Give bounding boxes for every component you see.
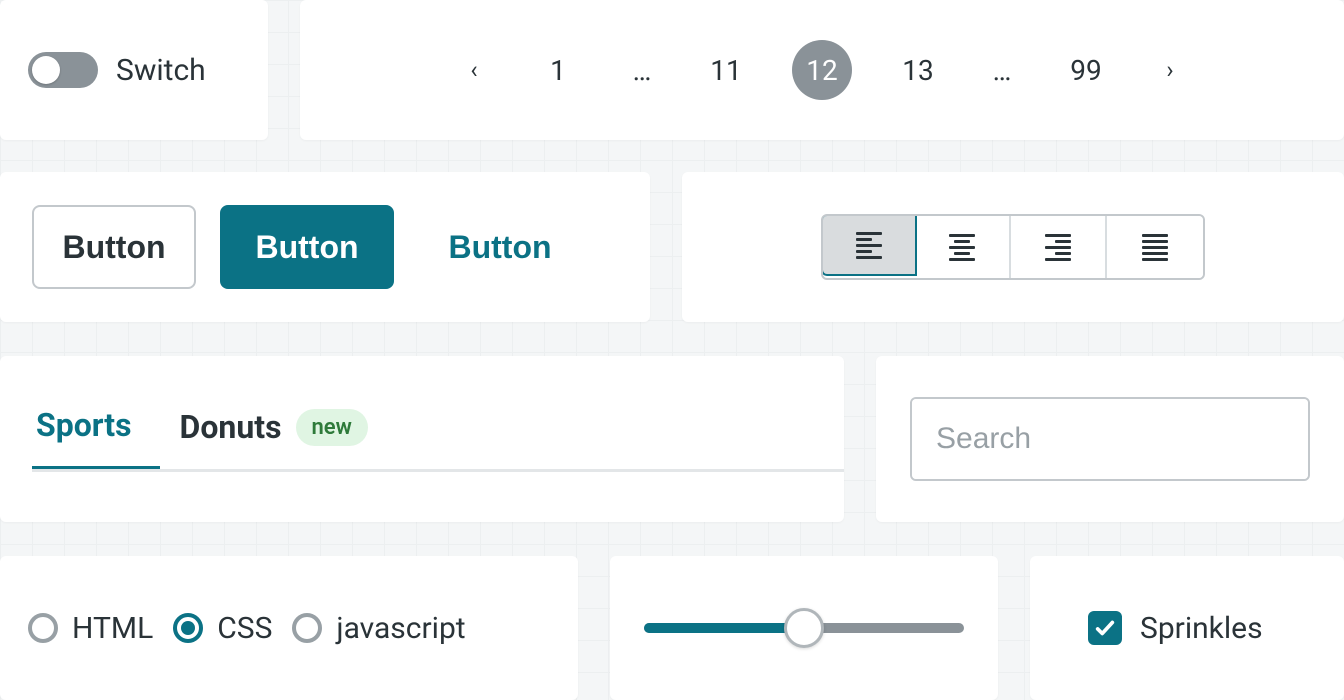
tab-label: Sports bbox=[36, 406, 132, 444]
tab-sports[interactable]: Sports bbox=[32, 406, 160, 472]
radio-label: HTML bbox=[72, 611, 153, 646]
search-panel bbox=[876, 356, 1344, 522]
radio-html[interactable]: HTML bbox=[28, 611, 153, 646]
pagination-page-99[interactable]: 99 bbox=[1068, 54, 1104, 87]
align-right-button[interactable] bbox=[1011, 216, 1107, 278]
pagination: ‹ 1 … 11 12 13 … 99 › bbox=[456, 40, 1188, 100]
slider-thumb[interactable] bbox=[784, 608, 824, 648]
radio-panel: HTML CSS javascript bbox=[0, 556, 578, 700]
radio-label: CSS bbox=[217, 611, 272, 646]
align-center-button[interactable] bbox=[915, 216, 1011, 278]
tab-donuts[interactable]: Donuts new bbox=[176, 408, 396, 472]
switch[interactable]: Switch bbox=[28, 52, 206, 88]
radio-indicator bbox=[292, 613, 322, 643]
align-justify-button[interactable] bbox=[1107, 216, 1203, 278]
align-panel bbox=[682, 172, 1344, 322]
switch-label: Switch bbox=[116, 53, 206, 88]
pagination-prev[interactable]: ‹ bbox=[456, 56, 492, 84]
button-text[interactable]: Button bbox=[418, 205, 582, 289]
search-input[interactable] bbox=[912, 399, 1310, 479]
button-outline[interactable]: Button bbox=[32, 205, 196, 289]
align-left-icon bbox=[856, 232, 882, 259]
align-left-button[interactable] bbox=[821, 214, 917, 276]
radio-indicator bbox=[173, 613, 203, 643]
radio-label: javascript bbox=[336, 611, 465, 646]
switch-panel: Switch bbox=[0, 0, 268, 140]
switch-thumb bbox=[32, 56, 60, 84]
buttons-panel: Button Button Button bbox=[0, 172, 650, 322]
tab-label: Donuts bbox=[180, 408, 282, 446]
switch-track bbox=[28, 52, 98, 88]
pagination-page-current[interactable]: 12 bbox=[792, 40, 852, 100]
checkbox-sprinkles[interactable] bbox=[1088, 611, 1122, 645]
radio-css[interactable]: CSS bbox=[173, 611, 272, 646]
pagination-page-1[interactable]: 1 bbox=[540, 54, 576, 87]
pagination-page-11[interactable]: 11 bbox=[708, 54, 744, 87]
tabs-underline bbox=[32, 469, 844, 472]
slider-fill bbox=[644, 623, 804, 633]
pagination-ellipsis: … bbox=[624, 54, 660, 87]
check-icon bbox=[1094, 617, 1116, 639]
tabs-panel: Sports Donuts new bbox=[0, 356, 844, 522]
slider-panel bbox=[610, 556, 998, 700]
button-primary[interactable]: Button bbox=[220, 205, 394, 289]
tabs: Sports Donuts new bbox=[32, 406, 844, 472]
pagination-page-13[interactable]: 13 bbox=[900, 54, 936, 87]
radio-indicator bbox=[28, 613, 58, 643]
tab-badge-new: new bbox=[296, 409, 368, 446]
align-right-icon bbox=[1045, 234, 1071, 261]
slider[interactable] bbox=[644, 623, 964, 633]
align-center-icon bbox=[949, 234, 975, 261]
pagination-panel: ‹ 1 … 11 12 13 … 99 › bbox=[300, 0, 1344, 140]
radio-javascript[interactable]: javascript bbox=[292, 611, 465, 646]
search-group bbox=[910, 397, 1310, 481]
align-justify-icon bbox=[1142, 234, 1168, 261]
pagination-next[interactable]: › bbox=[1152, 56, 1188, 84]
pagination-ellipsis: … bbox=[984, 54, 1020, 87]
checkbox-panel: Sprinkles bbox=[1030, 556, 1344, 700]
align-button-group bbox=[821, 214, 1205, 280]
checkbox-label: Sprinkles bbox=[1140, 611, 1263, 646]
